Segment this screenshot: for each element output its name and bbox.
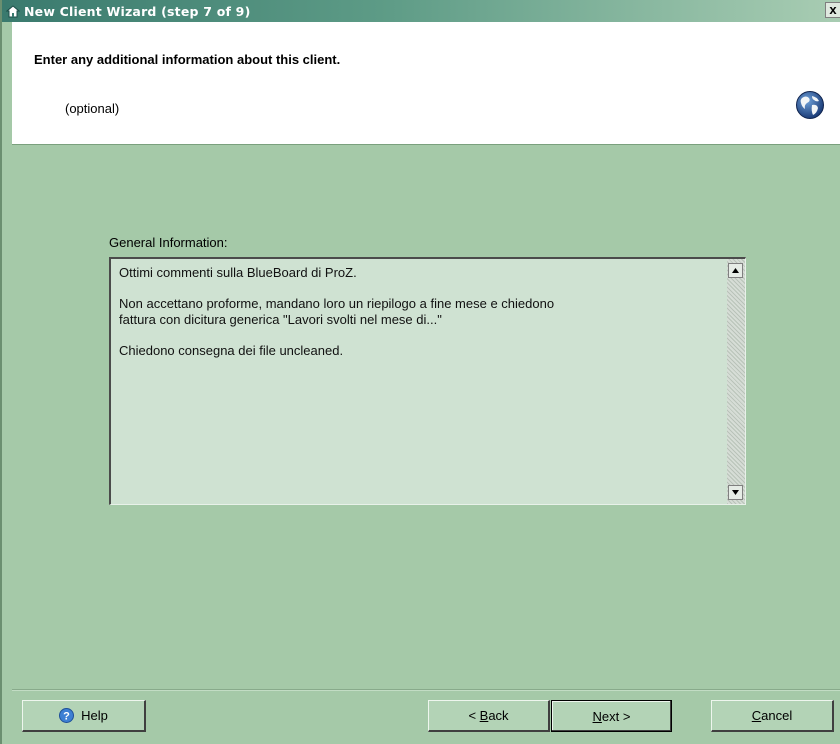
- next-mnemonic: N: [592, 708, 602, 724]
- wizard-home-icon: [6, 4, 20, 18]
- wizard-header: Enter any additional information about t…: [12, 22, 840, 145]
- back-mnemonic: B: [479, 708, 489, 723]
- back-prefix: <: [468, 708, 480, 723]
- scroll-down-button[interactable]: [728, 485, 743, 500]
- back-label: ack: [488, 708, 509, 723]
- next-label: ext >: [601, 708, 631, 724]
- svg-text:?: ?: [63, 711, 70, 723]
- header-title: Enter any additional information about t…: [34, 52, 341, 67]
- vertical-scrollbar[interactable]: [727, 259, 745, 504]
- cancel-mnemonic: C: [751, 708, 762, 723]
- globe-icon: [796, 91, 824, 119]
- cancel-button[interactable]: Cancel: [711, 700, 834, 732]
- general-information-label: General Information:: [109, 235, 228, 250]
- general-information-text[interactable]: Ottimi commenti sulla BlueBoard di ProZ.…: [119, 265, 719, 358]
- header-subtitle: (optional): [65, 101, 120, 116]
- window-title: New Client Wizard (step 7 of 9): [24, 3, 251, 19]
- arrow-down-icon: [732, 490, 739, 495]
- back-button[interactable]: < Back: [428, 700, 550, 732]
- help-button[interactable]: ? Help: [22, 700, 146, 732]
- arrow-up-icon: [732, 268, 739, 273]
- next-button[interactable]: Next >: [551, 700, 672, 732]
- help-label: Help: [81, 708, 108, 723]
- cancel-label: ancel: [761, 708, 793, 723]
- general-information-textarea[interactable]: Ottimi commenti sulla BlueBoard di ProZ.…: [109, 257, 746, 505]
- scroll-up-button[interactable]: [728, 263, 743, 278]
- close-button[interactable]: x: [825, 2, 840, 18]
- help-question-icon: ?: [59, 708, 75, 723]
- title-bar[interactable]: New Client Wizard (step 7 of 9) x: [2, 0, 840, 22]
- footer-separator: [12, 689, 840, 691]
- new-client-wizard-window: New Client Wizard (step 7 of 9) x Enter …: [0, 0, 840, 744]
